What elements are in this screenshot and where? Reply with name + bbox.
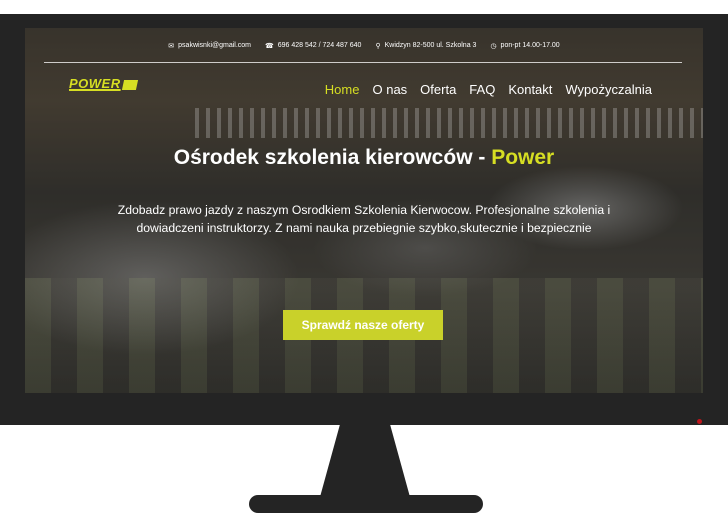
monitor-stand	[320, 425, 410, 497]
contact-address: ⚲ Kwidzyn 82-500 ul. Szkolna 3	[375, 42, 476, 50]
phone-text: 696 428 542 / 724 487 640	[277, 42, 362, 49]
contact-bar: ✉ psakwisnki@gmail.com ☎ 696 428 542 / 7…	[25, 28, 703, 63]
nav-oferta[interactable]: Oferta	[420, 82, 456, 97]
logo-text: POWER	[69, 76, 121, 91]
map-pin-icon: ⚲	[375, 42, 381, 50]
nav-o-nas[interactable]: O nas	[372, 82, 407, 97]
nav-kontakt[interactable]: Kontakt	[508, 82, 552, 97]
hero-description: Zdobadz prawo jazdy z naszym Osrodkiem S…	[117, 203, 611, 235]
main-nav: Home O nas Oferta FAQ Kontakt Wypożyczal…	[325, 82, 652, 97]
topbar-divider	[44, 62, 682, 63]
offers-button[interactable]: Sprawdź nasze oferty	[283, 310, 443, 340]
nav-home[interactable]: Home	[325, 82, 360, 97]
phone-icon: ☎	[265, 42, 274, 50]
monitor-frame: ✉ psakwisnki@gmail.com ☎ 696 428 542 / 7…	[0, 14, 728, 425]
hero-title: Ośrodek szkolenia kierowców - Power	[25, 146, 703, 170]
contact-phone[interactable]: ☎ 696 428 542 / 724 487 640	[265, 42, 361, 50]
address-text: Kwidzyn 82-500 ul. Szkolna 3	[384, 42, 477, 49]
website-screen: ✉ psakwisnki@gmail.com ☎ 696 428 542 / 7…	[25, 28, 703, 393]
clock-icon: ◷	[490, 42, 497, 50]
contact-email[interactable]: ✉ psakwisnki@gmail.com	[168, 42, 251, 50]
email-text: psakwisnki@gmail.com	[178, 42, 252, 49]
hours-text: pon-pt 14.00-17.00	[500, 42, 560, 49]
site-logo[interactable]: POWER	[69, 76, 138, 91]
hero-title-main: Ośrodek szkolenia kierowców -	[173, 146, 492, 169]
contact-hours: ◷ pon-pt 14.00-17.00	[490, 42, 559, 50]
monitor-base	[249, 495, 483, 513]
power-led	[697, 419, 702, 424]
hero-title-highlight: Power	[491, 146, 555, 169]
logo-mark-icon	[121, 79, 138, 90]
background-fence	[195, 108, 703, 138]
nav-wypozyczalnia[interactable]: Wypożyczalnia	[565, 82, 652, 97]
envelope-icon: ✉	[168, 42, 175, 50]
nav-faq[interactable]: FAQ	[469, 82, 495, 97]
